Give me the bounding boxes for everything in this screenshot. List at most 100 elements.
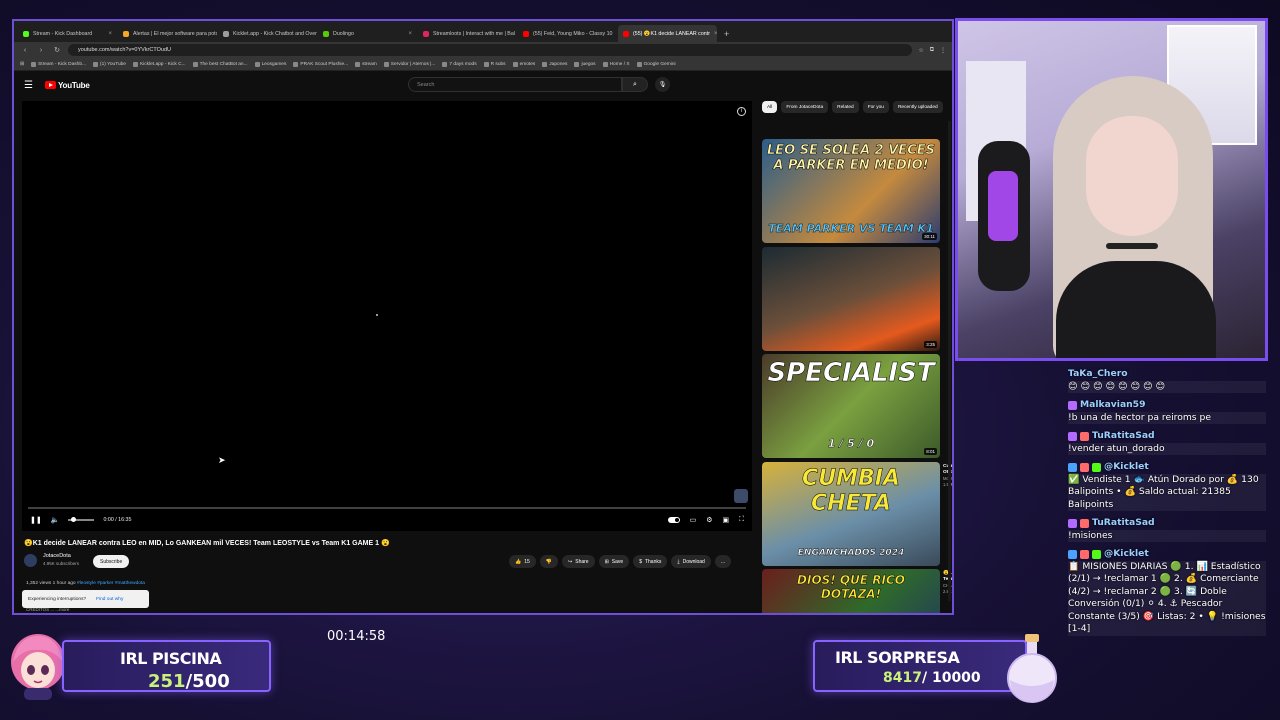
bookmark-label: Google Gemini bbox=[643, 61, 676, 67]
back-icon[interactable]: ‹ bbox=[20, 47, 30, 54]
page-scrollbar[interactable] bbox=[948, 121, 951, 601]
webcam-feed bbox=[955, 18, 1268, 361]
chat-username[interactable]: @Kicklet bbox=[1104, 461, 1149, 474]
apps-grid-icon[interactable]: ⊞ bbox=[20, 62, 24, 67]
bookmark-item[interactable]: Japones bbox=[542, 61, 568, 67]
autoplay-toggle[interactable] bbox=[667, 517, 680, 523]
subtitles-icon[interactable]: ▭ bbox=[690, 516, 697, 524]
bookmark-item[interactable]: Leosgames bbox=[254, 61, 286, 67]
webcam-choker bbox=[1106, 243, 1158, 249]
goal2-title: IRL SORPRESA bbox=[835, 648, 960, 667]
bookmark-item[interactable]: PRAK Scout Plushie... bbox=[293, 61, 349, 67]
share-button[interactable]: ↪ Share bbox=[562, 555, 595, 568]
fullscreen-icon[interactable]: ⛶ bbox=[739, 516, 744, 524]
address-bar[interactable]: youtube.com/watch?v=0YVkrCTOudU bbox=[68, 44, 913, 56]
bookmark-favicon-icon bbox=[93, 61, 99, 67]
browser-tab[interactable]: Alertas | El mejor software para potc × bbox=[118, 25, 217, 42]
recommended-video[interactable]: SPECIALIST 1 / 5 / 0 8:01 bbox=[762, 354, 940, 458]
info-icon[interactable]: i bbox=[737, 107, 746, 116]
chat-text: ✅ Vendiste 1 🐟 Atún Dorado por 💰 130 Bal… bbox=[1068, 473, 1266, 511]
bookmark-label: PRAK Scout Plushie... bbox=[300, 61, 349, 67]
subscribe-button[interactable]: Subscribe bbox=[93, 555, 130, 568]
chat-username[interactable]: @Kicklet bbox=[1104, 548, 1149, 561]
filter-chip[interactable]: Recently uploaded bbox=[892, 101, 943, 113]
more-actions-button[interactable]: ... bbox=[714, 555, 732, 568]
chat-username[interactable]: TaKa_Chero bbox=[1068, 368, 1128, 381]
stream-chat: TaKa_Chero 😊 😊 😊 😊 😊 😊 😊 😊 Malkavian59 !… bbox=[1068, 368, 1266, 688]
video-tags[interactable]: #leostyle #parker #matthewdota bbox=[77, 581, 145, 586]
bookmark-item[interactable]: 7 days mods bbox=[442, 61, 477, 67]
close-tab-icon[interactable]: × bbox=[617, 31, 618, 37]
mouse-cursor-icon: ➤ bbox=[218, 455, 226, 465]
browser-tab[interactable]: Streamloots | Interact with me | Bal × bbox=[418, 25, 517, 42]
browser-tab[interactable]: Stream - Kick Dashboard × bbox=[18, 25, 117, 42]
new-tab-icon[interactable]: + bbox=[718, 29, 735, 42]
filter-chip[interactable]: Related bbox=[832, 101, 859, 113]
pause-icon[interactable]: ❚❚ bbox=[30, 516, 42, 524]
filter-chip[interactable]: From JotaceDota bbox=[781, 101, 829, 113]
bookmark-item[interactable]: Stream - Kick Dashb... bbox=[31, 61, 86, 67]
channel-avatar[interactable] bbox=[24, 554, 37, 567]
channel-name[interactable]: JotaceDota bbox=[43, 553, 71, 559]
youtube-logo[interactable]: YouTube bbox=[44, 81, 90, 90]
dislike-button[interactable]: 👎 bbox=[539, 555, 559, 568]
close-tab-icon[interactable]: × bbox=[108, 31, 112, 37]
filter-chip[interactable]: All bbox=[762, 101, 778, 113]
chat-username[interactable]: TuRatitaSad bbox=[1092, 430, 1155, 443]
bookmark-item[interactable]: Kicklet.app - Kick C... bbox=[132, 61, 186, 67]
download-button[interactable]: ⤓ Download bbox=[671, 555, 711, 568]
video-thumbnail bbox=[762, 247, 940, 351]
settings-gear-icon[interactable]: ⚙ bbox=[706, 516, 712, 524]
recommended-video[interactable]: DIOS! QUE RICO DOTAZA! PAKAZS HACE LA DE… bbox=[762, 569, 940, 613]
bookmark-item[interactable]: (1) YouTube bbox=[93, 61, 126, 67]
browser-tab[interactable]: Kicklet.app - Kick Chatbot and Overl × bbox=[218, 25, 317, 42]
goal1-title: IRL PISCINA bbox=[120, 649, 222, 668]
search-button[interactable]: ⌕ bbox=[622, 77, 648, 92]
bookmark-item[interactable]: Home / X bbox=[602, 61, 630, 67]
bookmark-item[interactable]: emotes bbox=[512, 61, 535, 67]
hamburger-menu-icon[interactable]: ☰ bbox=[24, 80, 33, 91]
bookmark-label: Japones bbox=[549, 61, 568, 67]
browser-tab[interactable]: (55) 😮K1 decide LANEAR contr × bbox=[618, 25, 717, 42]
chat-username[interactable]: TuRatitaSad bbox=[1092, 517, 1155, 530]
chat-username[interactable]: Malkavian59 bbox=[1080, 399, 1145, 412]
miniplayer-icon[interactable]: ▣ bbox=[722, 516, 729, 524]
video-player[interactable]: i ➤ ❚❚ 🔈 0:00 / 16:35 ▭ ⚙ ▣ ⛶ bbox=[22, 101, 752, 531]
tab-favicon-icon bbox=[23, 30, 29, 37]
extensions-icon[interactable]: ⧉ bbox=[930, 47, 934, 54]
search-input[interactable]: Search bbox=[408, 77, 622, 92]
volume-slider[interactable] bbox=[68, 517, 95, 522]
menu-dots-icon[interactable]: ⋮ bbox=[940, 47, 946, 54]
close-tab-icon[interactable]: × bbox=[714, 31, 717, 37]
thanks-label: Thanks bbox=[644, 558, 662, 565]
volume-icon[interactable]: 🔈 bbox=[51, 516, 60, 524]
chat-message: TaKa_Chero 😊 😊 😊 😊 😊 😊 😊 😊 bbox=[1068, 368, 1266, 393]
filter-chip[interactable]: For you bbox=[862, 101, 889, 113]
chat-text: 😊 😊 😊 😊 😊 😊 😊 😊 bbox=[1068, 380, 1266, 393]
save-button[interactable]: ⊞ Save bbox=[598, 555, 630, 568]
bookmark-item[interactable]: The best ChatBot an... bbox=[192, 61, 248, 67]
bookmark-star-icon[interactable]: ☆ bbox=[918, 47, 923, 54]
browser-tab[interactable]: (55) Feid, Young Miko - Classy 10 × bbox=[518, 25, 617, 42]
bookmark-item[interactable]: stream bbox=[355, 61, 377, 67]
chat-badge-icon bbox=[1068, 400, 1077, 410]
browser-tab[interactable]: Duolingo × bbox=[318, 25, 417, 42]
volume-knob[interactable] bbox=[71, 517, 77, 522]
bookmark-item[interactable]: juegos bbox=[574, 61, 596, 67]
voice-search-button[interactable]: 🎙 bbox=[655, 77, 670, 92]
bookmark-item[interactable]: Google Gemini bbox=[636, 61, 676, 67]
interruptions-toast: Experiencing interruptions? Find out why bbox=[22, 590, 149, 608]
like-button[interactable]: 👍 15 bbox=[509, 555, 536, 568]
toast-link[interactable]: Find out why bbox=[96, 597, 123, 602]
recommended-video[interactable]: 3:25 bbox=[762, 247, 940, 351]
close-tab-icon[interactable]: × bbox=[408, 31, 412, 37]
bookmark-item[interactable]: Servidor | Aternos |... bbox=[383, 61, 435, 67]
reload-icon[interactable]: ↻ bbox=[52, 46, 62, 54]
recommended-video[interactable]: CUMBIA CHETA ENGANCHADOS 2024 bbox=[762, 462, 940, 566]
bookmark-item[interactable]: R subs bbox=[483, 61, 506, 67]
filter-chips: All From JotaceDota Related For you Recently… bbox=[762, 101, 943, 113]
forward-icon[interactable]: › bbox=[36, 47, 46, 54]
thanks-button[interactable]: $ Thanks bbox=[633, 555, 668, 568]
recommended-video[interactable]: LEO SE SOLEA 2 VECES A PARKER EN MEDIO! … bbox=[762, 139, 940, 243]
channel-watermark[interactable] bbox=[734, 489, 748, 503]
